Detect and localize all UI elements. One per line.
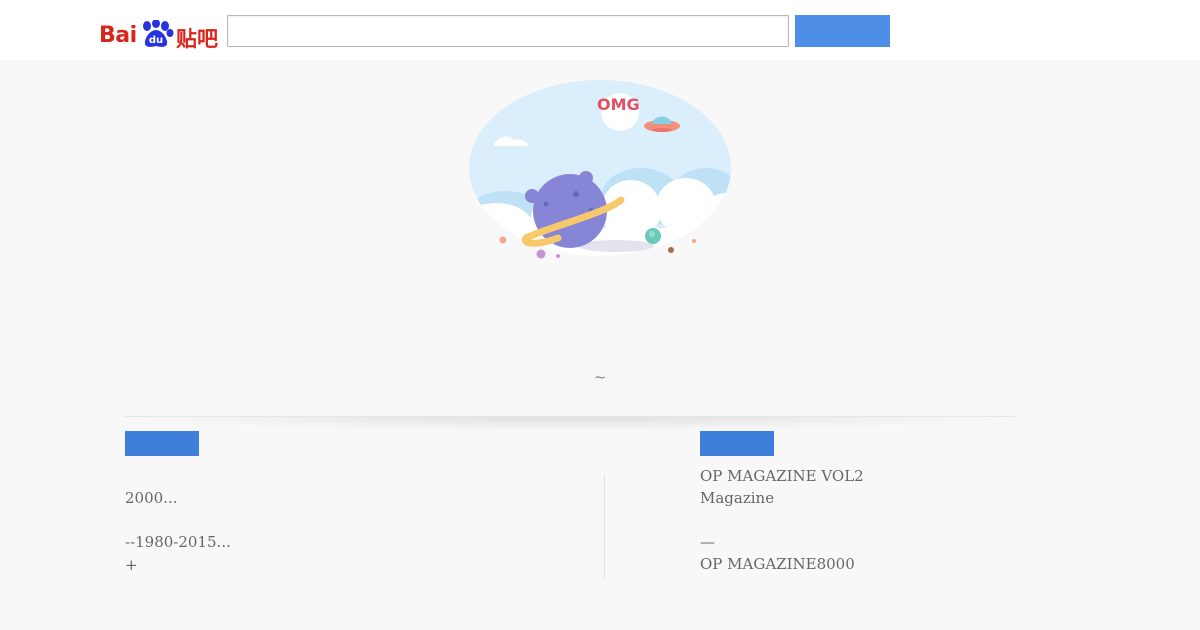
search-button[interactable]	[795, 15, 890, 47]
baidu-tieba-logo[interactable]: Bai du 贴吧	[99, 8, 219, 51]
paw-icon: du	[143, 20, 174, 47]
tab-right-section[interactable]	[700, 431, 774, 456]
left-line-1: 2000...	[125, 489, 178, 507]
left-line-3: +	[125, 556, 138, 574]
tab-left-section[interactable]	[125, 431, 199, 456]
right-line-2: Magazine	[700, 489, 775, 507]
tilde-text: ~	[593, 368, 607, 386]
right-line-4: OP MAGAZINE8000	[700, 555, 855, 573]
left-line-2: --1980-2015...	[125, 533, 231, 551]
right-line-1: OP MAGAZINE VOL2	[700, 467, 864, 485]
top-bar: Bai du 贴吧	[0, 0, 1200, 60]
omg-badge-text: OMG	[597, 95, 640, 114]
logo-cn-text: 贴吧	[176, 27, 218, 51]
logo-latin-text: Bai	[99, 23, 137, 48]
logo-du-text: du	[149, 35, 163, 46]
search-input[interactable]	[227, 15, 789, 47]
error-illustration: OMG	[469, 80, 731, 259]
section-divider	[125, 416, 1015, 431]
column-divider	[604, 476, 605, 580]
right-line-3: —	[700, 533, 715, 551]
